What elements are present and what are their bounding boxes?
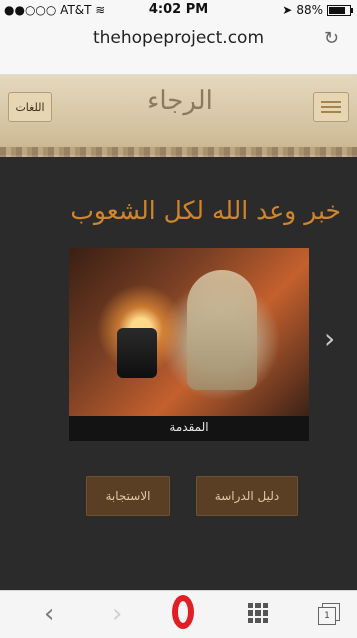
page-title: خبر وعد الله لكل الشعوب xyxy=(70,196,341,225)
video-caption: المقدمة xyxy=(169,420,209,434)
video-thumbnail[interactable] xyxy=(69,248,309,416)
menu-button[interactable] xyxy=(313,92,349,122)
phone-screen: ●●○○○ AT&T ≋ 4:02 PM ➤ 88% thehopeprojec… xyxy=(0,0,357,638)
address-bar[interactable]: thehopeproject.com ↻ xyxy=(0,18,357,75)
url-field[interactable]: thehopeproject.com xyxy=(0,28,357,48)
battery-fill xyxy=(329,6,345,14)
status-right: ➤ 88% xyxy=(282,3,353,17)
figure-shape xyxy=(187,270,257,390)
location-arrow-icon: ➤ xyxy=(282,3,293,17)
back-button[interactable]: ‹ xyxy=(44,599,54,629)
reload-icon[interactable]: ↻ xyxy=(324,28,339,49)
tabs-count: 1 xyxy=(318,607,336,625)
study-guide-button[interactable]: دليل الدراسة xyxy=(196,476,298,516)
hamburger-menu-icon xyxy=(321,101,341,103)
grid-icon[interactable] xyxy=(248,603,268,623)
header-border xyxy=(0,147,357,157)
battery-percent: 88% xyxy=(296,3,323,17)
battery-icon xyxy=(327,4,353,16)
browser-toolbar: ‹ › 1 xyxy=(0,590,357,638)
forward-button[interactable]: › xyxy=(112,599,122,629)
site-logo[interactable]: الرجاء xyxy=(120,86,240,126)
video-caption-bar: المقدمة xyxy=(69,416,309,441)
opera-logo-icon[interactable] xyxy=(172,595,194,629)
lamp-shape xyxy=(117,328,157,378)
status-bar: ●●○○○ AT&T ≋ 4:02 PM ➤ 88% xyxy=(0,0,357,18)
response-button[interactable]: الاستجابة xyxy=(86,476,170,516)
hamburger-menu-icon xyxy=(321,111,341,113)
hamburger-menu-icon xyxy=(321,106,341,108)
languages-button[interactable]: اللغات xyxy=(8,92,52,122)
next-arrow-icon[interactable]: › xyxy=(324,322,335,355)
video-player[interactable]: المقدمة xyxy=(69,248,309,441)
tabs-button[interactable]: 1 xyxy=(318,603,340,625)
